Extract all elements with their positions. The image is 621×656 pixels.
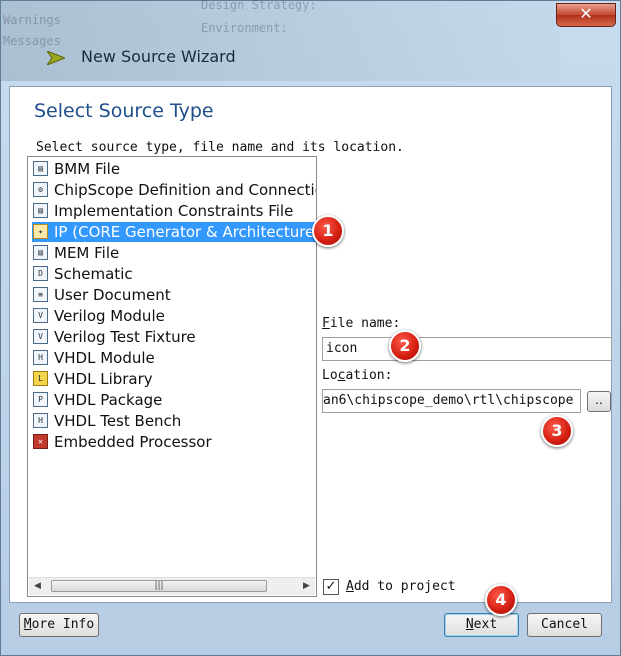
add-to-project-checkbox[interactable]: ✓: [323, 579, 339, 595]
list-item-label: Verilog Test Fixture: [54, 328, 196, 346]
list-item-label: VHDL Library: [54, 370, 153, 388]
source-type-list[interactable]: ▤ BMM File ⚙ ChipScope Definition and Conne…: [27, 156, 317, 597]
callout-marker-1: 1: [312, 215, 344, 247]
callout-marker-3: 3: [541, 415, 573, 447]
callout-marker-4: 4: [485, 584, 517, 616]
list-item-label: Verilog Module: [54, 307, 165, 325]
vhdl-library-icon: L: [33, 371, 48, 386]
verilog-test-fixture-icon: V: [33, 329, 48, 344]
list-item[interactable]: ▤ MEM File: [32, 243, 316, 263]
close-button[interactable]: ✕: [556, 3, 616, 27]
list-item-label: Embedded Processor: [54, 433, 212, 451]
scroll-left-icon[interactable]: ◀: [29, 578, 46, 595]
location-label: Location:: [322, 368, 393, 383]
add-to-project-label[interactable]: Add to project: [346, 579, 456, 594]
list-item-label: User Document: [54, 286, 171, 304]
verilog-module-icon: V: [33, 308, 48, 323]
window-title: New Source Wizard: [81, 47, 236, 66]
vhdl-test-bench-icon: H: [33, 413, 48, 428]
background-text: Messages: [3, 34, 61, 48]
list-item[interactable]: P VHDL Package: [32, 390, 316, 410]
list-item-label: BMM File: [54, 160, 121, 178]
file-name-input[interactable]: icon: [322, 337, 612, 361]
page-heading: Select Source Type: [34, 100, 214, 122]
list-item[interactable]: ▤ Implementation Constraints File: [32, 201, 316, 221]
location-input[interactable]: an6\chipscope_demo\rtl\chipscope: [322, 389, 581, 413]
list-item-label: Implementation Constraints File: [54, 202, 294, 220]
schematic-icon: D: [33, 266, 48, 281]
list-item[interactable]: D Schematic: [32, 264, 316, 284]
wizard-arrow-icon: [47, 51, 65, 65]
chipscope-icon: ⚙: [33, 182, 48, 197]
scroll-thumb[interactable]: |||: [51, 580, 267, 592]
list-item[interactable]: ⚙ ChipScope Definition and Connectio: [32, 180, 316, 200]
list-item[interactable]: L VHDL Library: [32, 369, 316, 389]
constraints-file-icon: ▤: [33, 203, 48, 218]
list-item-label: MEM File: [54, 244, 120, 262]
scroll-right-icon[interactable]: ▶: [298, 578, 315, 595]
list-item[interactable]: ▤ BMM File: [32, 159, 316, 179]
background-window-hint: [1, 1, 561, 81]
mem-file-icon: ▤: [33, 245, 48, 260]
more-info-button[interactable]: More Info: [19, 613, 99, 637]
list-item[interactable]: ✦ IP (CORE Generator & Architecture: [32, 222, 316, 242]
embedded-processor-icon: ✕: [33, 434, 48, 449]
browse-button[interactable]: ..: [587, 391, 611, 412]
background-text: Warnings: [3, 13, 61, 27]
next-button[interactable]: Next: [444, 613, 519, 637]
page-subtitle: Select source type, file name and its lo…: [36, 140, 404, 155]
list-item-label: Schematic: [54, 265, 133, 283]
list-item-label: VHDL Module: [54, 349, 155, 367]
list-item-label: VHDL Package: [54, 391, 163, 409]
list-item[interactable]: V Verilog Module: [32, 306, 316, 326]
list-item[interactable]: V Verilog Test Fixture: [32, 327, 316, 347]
background-text: Environment:: [201, 21, 288, 35]
list-item[interactable]: H VHDL Module: [32, 348, 316, 368]
background-text: Design Strategy:: [201, 0, 317, 12]
list-item-label: ChipScope Definition and Connectio: [54, 181, 316, 199]
list-item[interactable]: H VHDL Test Bench: [32, 411, 316, 431]
user-document-icon: ≡: [33, 287, 48, 302]
list-item[interactable]: ≡ User Document: [32, 285, 316, 305]
file-name-label: File name:: [322, 316, 401, 331]
horizontal-scrollbar[interactable]: ◀ ||| ▶: [29, 577, 315, 595]
list-item-label: VHDL Test Bench: [54, 412, 182, 430]
ip-core-icon: ✦: [33, 224, 48, 239]
bmm-file-icon: ▤: [33, 161, 48, 176]
callout-marker-2: 2: [389, 330, 421, 362]
vhdl-module-icon: H: [33, 350, 48, 365]
list-item[interactable]: ✕ Embedded Processor: [32, 432, 316, 452]
list-item-label: IP (CORE Generator & Architecture: [54, 223, 315, 241]
vhdl-package-icon: P: [33, 392, 48, 407]
cancel-button[interactable]: Cancel: [527, 613, 602, 637]
